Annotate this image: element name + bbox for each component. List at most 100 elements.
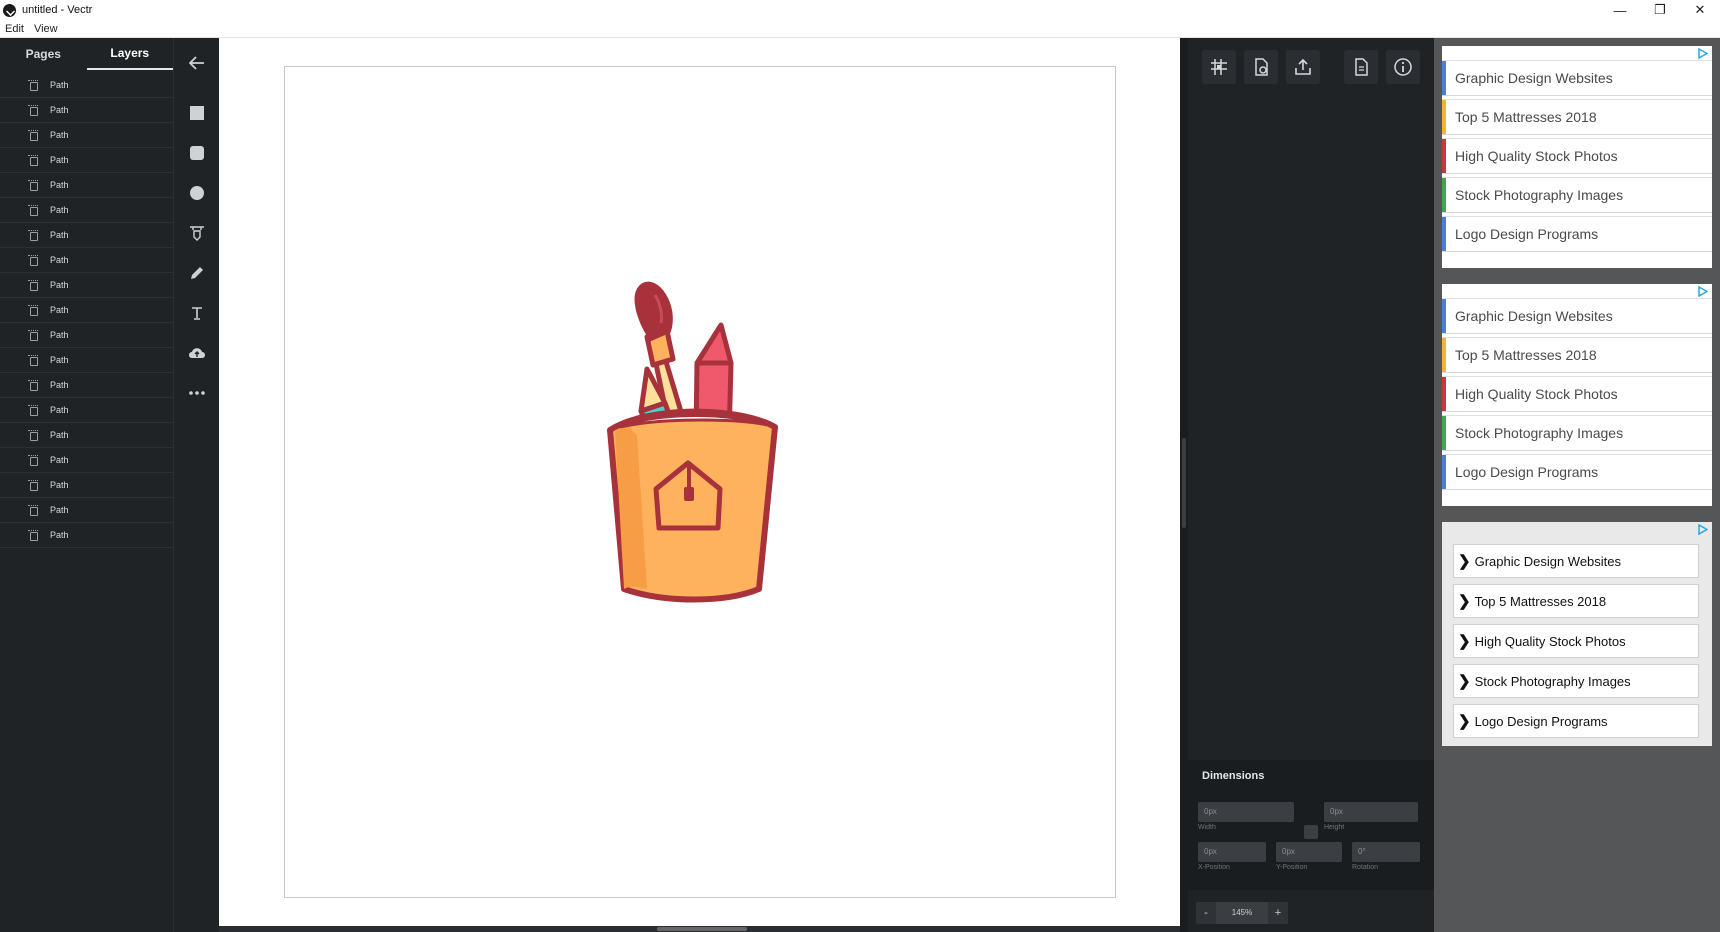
dimensions-title: Dimensions xyxy=(1202,770,1265,782)
minimize-button[interactable]: — xyxy=(1600,0,1640,20)
tab-layers[interactable]: Layers xyxy=(86,38,173,70)
ad-link-text: Graphic Design Websites xyxy=(1474,553,1622,569)
ellipse-tool-icon[interactable] xyxy=(175,178,219,208)
ad-link[interactable]: Graphic Design Websites xyxy=(1442,298,1712,334)
layer-row[interactable]: Path xyxy=(0,523,173,548)
layer-row[interactable]: Path xyxy=(0,473,173,498)
zoom-out-button[interactable]: - xyxy=(1196,907,1216,919)
rotation-field[interactable]: 0° xyxy=(1352,842,1420,862)
properties-toolbar xyxy=(1188,44,1434,84)
ad-link-text: Stock Photography Images xyxy=(1455,425,1624,441)
ad-color-bar xyxy=(1442,455,1446,489)
ad-link[interactable]: Stock Photography Images xyxy=(1442,415,1712,451)
info-icon[interactable] xyxy=(1386,50,1420,84)
ad-link[interactable]: ❯ Top 5 Mattresses 2018 xyxy=(1453,584,1699,618)
y-position-field[interactable]: 0px xyxy=(1276,842,1342,862)
ad-link[interactable]: High Quality Stock Photos xyxy=(1442,138,1712,174)
ad-link[interactable]: ❯ Stock Photography Images xyxy=(1453,664,1699,698)
layer-row[interactable]: Path xyxy=(0,298,173,323)
cup-shape[interactable] xyxy=(607,408,778,603)
horizontal-scrollbar[interactable] xyxy=(219,926,1180,932)
pen-tool-icon[interactable] xyxy=(175,218,219,248)
ad-color-bar xyxy=(1442,338,1446,372)
pencil-tool-icon[interactable] xyxy=(175,258,219,288)
tab-pages[interactable]: Pages xyxy=(0,38,87,70)
more-options-icon[interactable] xyxy=(175,378,219,408)
ad-color-bar xyxy=(1442,217,1446,251)
aspect-lock-icon[interactable] xyxy=(1304,825,1318,839)
layer-row[interactable]: Path xyxy=(0,173,173,198)
ad-link[interactable]: ❯ Graphic Design Websites xyxy=(1453,544,1699,578)
ad-link[interactable]: Logo Design Programs xyxy=(1442,216,1712,252)
layer-row[interactable]: Path xyxy=(0,248,173,273)
upload-icon[interactable] xyxy=(175,338,219,368)
layer-row[interactable]: Path xyxy=(0,398,173,423)
export-icon[interactable] xyxy=(1286,50,1320,84)
document-icon[interactable] xyxy=(1344,50,1378,84)
rounded-rectangle-tool-icon[interactable] xyxy=(175,138,219,168)
ad-link[interactable]: ❯ Logo Design Programs xyxy=(1453,704,1699,738)
layer-row[interactable]: Path xyxy=(0,323,173,348)
layer-row[interactable]: Path xyxy=(0,423,173,448)
ad-link-text: Logo Design Programs xyxy=(1455,464,1599,480)
ad-block-2: Graphic Design Websites Top 5 Mattresses … xyxy=(1442,284,1712,506)
vertical-scrollbar[interactable] xyxy=(1180,38,1188,932)
layer-row[interactable]: Path xyxy=(0,273,173,298)
layer-row[interactable]: Path xyxy=(0,73,173,98)
path-layer-icon xyxy=(28,254,38,266)
canvas-area[interactable] xyxy=(219,38,1180,926)
ad-link[interactable]: Graphic Design Websites xyxy=(1442,60,1712,96)
ad-color-bar xyxy=(1442,416,1446,450)
width-field[interactable]: 0px xyxy=(1198,802,1294,822)
layer-row[interactable]: Path xyxy=(0,348,173,373)
ad-color-bar xyxy=(1442,299,1446,333)
layer-row[interactable]: Path xyxy=(0,373,173,398)
menu-view[interactable]: View xyxy=(29,23,63,35)
rectangle-tool-icon[interactable] xyxy=(175,98,219,128)
adchoices-icon[interactable] xyxy=(1697,286,1708,297)
ad-link[interactable]: High Quality Stock Photos xyxy=(1442,376,1712,412)
ad-link-text: Stock Photography Images xyxy=(1474,673,1631,689)
close-button[interactable]: ✕ xyxy=(1680,0,1720,20)
scroll-thumb[interactable] xyxy=(1182,438,1186,528)
layer-row[interactable]: Path xyxy=(0,148,173,173)
page-settings-icon[interactable] xyxy=(1244,50,1278,84)
layer-row[interactable]: Path xyxy=(0,223,173,248)
ad-link-text: Top 5 Mattresses 2018 xyxy=(1455,347,1597,363)
layer-label: Path xyxy=(50,255,69,265)
back-arrow-icon[interactable] xyxy=(175,48,219,78)
text-tool-icon[interactable] xyxy=(175,298,219,328)
ad-link[interactable]: Stock Photography Images xyxy=(1442,177,1712,213)
width-label: Width xyxy=(1198,824,1216,831)
x-position-field[interactable]: 0px xyxy=(1198,842,1266,862)
adchoices-icon[interactable] xyxy=(1697,524,1708,535)
adchoices-icon[interactable] xyxy=(1697,48,1708,59)
ad-link[interactable]: Top 5 Mattresses 2018 xyxy=(1442,99,1712,135)
path-layer-icon xyxy=(28,454,38,466)
restore-button[interactable]: ❐ xyxy=(1640,0,1680,20)
ad-link-text: Logo Design Programs xyxy=(1474,713,1608,729)
ad-link[interactable]: Logo Design Programs xyxy=(1442,454,1712,490)
zoom-level[interactable]: 145% xyxy=(1216,902,1268,924)
ad-link-text: High Quality Stock Photos xyxy=(1455,386,1618,402)
artboard[interactable] xyxy=(284,66,1116,898)
pencil-cup-illustration[interactable] xyxy=(285,67,1117,899)
grid-icon[interactable] xyxy=(1202,50,1236,84)
scroll-thumb[interactable] xyxy=(657,927,747,931)
layer-row[interactable]: Path xyxy=(0,198,173,223)
title-bar: untitled - Vectr — ❐ ✕ xyxy=(0,0,1720,20)
height-field[interactable]: 0px xyxy=(1324,802,1418,822)
layer-row[interactable]: Path xyxy=(0,123,173,148)
ad-link[interactable]: ❯ High Quality Stock Photos xyxy=(1453,624,1699,658)
layer-row[interactable]: Path xyxy=(0,498,173,523)
layer-row[interactable]: Path xyxy=(0,448,173,473)
zoom-in-button[interactable]: + xyxy=(1268,907,1288,919)
layer-row[interactable]: Path xyxy=(0,98,173,123)
window-controls: — ❐ ✕ xyxy=(1600,0,1720,20)
panel-tabs: Pages Layers xyxy=(0,38,173,70)
zoom-bar: - 145% + xyxy=(1188,894,1434,932)
path-layer-icon xyxy=(28,204,38,216)
ad-link[interactable]: Top 5 Mattresses 2018 xyxy=(1442,337,1712,373)
ad-block-1: Graphic Design Websites Top 5 Mattresses … xyxy=(1442,46,1712,268)
menu-edit[interactable]: Edit xyxy=(0,23,29,35)
